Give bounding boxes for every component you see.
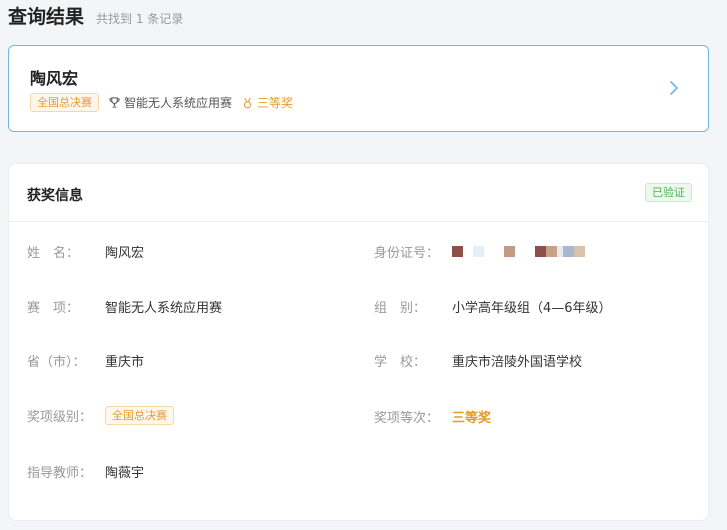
field-value: 陶风宏: [105, 246, 145, 261]
field-label: 学 校：: [374, 355, 427, 370]
info-card-header: 获奖信息 已验证: [9, 164, 708, 222]
field-value: 陶薇宇: [105, 466, 145, 481]
field-value: 三等奖: [452, 411, 492, 426]
info-title: 获奖信息: [27, 188, 83, 204]
result-card[interactable]: 陶风宏 全国总决赛 智能无人系统应用赛 三等奖: [8, 45, 709, 132]
field-label: 身份证号：: [374, 246, 440, 261]
page-title: 查询结果: [8, 6, 85, 28]
field-name: 姓 名： 陶风宏: [27, 242, 144, 261]
field-id: 身份证号：: [374, 242, 585, 261]
result-meta: 全国总决赛 智能无人系统应用赛 三等奖: [30, 93, 293, 112]
result-count: 共找到 1 条记录: [96, 12, 184, 26]
field-item: 赛 项： 智能无人系统应用赛: [27, 297, 222, 316]
field-value: 小学高年级组（4—6年级）: [452, 301, 612, 316]
award-info-card: 获奖信息 已验证 姓 名： 陶风宏 身份证号： 赛 项： 智能无人系统应用赛 组…: [8, 163, 709, 521]
chevron-right-icon[interactable]: [664, 79, 682, 97]
field-province: 省（市）： 重庆市: [27, 351, 144, 370]
medal-icon: [243, 97, 252, 108]
field-value: 重庆市: [105, 355, 145, 370]
field-value: 智能无人系统应用赛: [105, 301, 223, 316]
competition-name: 智能无人系统应用赛: [124, 96, 233, 110]
field-rank: 奖项等次： 三等奖: [374, 407, 491, 426]
field-teacher: 指导教师： 陶薇宇: [27, 462, 144, 481]
field-school: 学 校： 重庆市涪陵外国语学校: [374, 351, 582, 370]
level-tag: 全国总决赛: [105, 406, 174, 425]
field-label: 姓 名：: [27, 246, 80, 261]
field-label: 赛 项：: [27, 301, 80, 316]
verified-badge: 已验证: [645, 183, 692, 202]
award-meta: 三等奖: [242, 94, 293, 111]
field-level: 奖项级别： 全国总决赛: [27, 406, 174, 425]
field-group: 组 别： 小学高年级组（4—6年级）: [374, 297, 612, 316]
result-name: 陶风宏: [30, 69, 79, 88]
id-number-masked: [452, 246, 585, 257]
field-label: 奖项级别：: [27, 410, 93, 425]
field-label: 省（市）：: [27, 355, 86, 370]
competition-meta: 智能无人系统应用赛: [109, 94, 232, 111]
award-name: 三等奖: [257, 96, 294, 110]
results-header: 查询结果 共找到 1 条记录: [8, 2, 183, 30]
level-tag: 全国总决赛: [30, 93, 99, 112]
field-value: 重庆市涪陵外国语学校: [452, 355, 583, 370]
field-label: 奖项等次：: [374, 411, 440, 426]
field-label: 组 别：: [374, 301, 427, 316]
field-label: 指导教师：: [27, 466, 93, 481]
trophy-icon: [109, 97, 120, 108]
